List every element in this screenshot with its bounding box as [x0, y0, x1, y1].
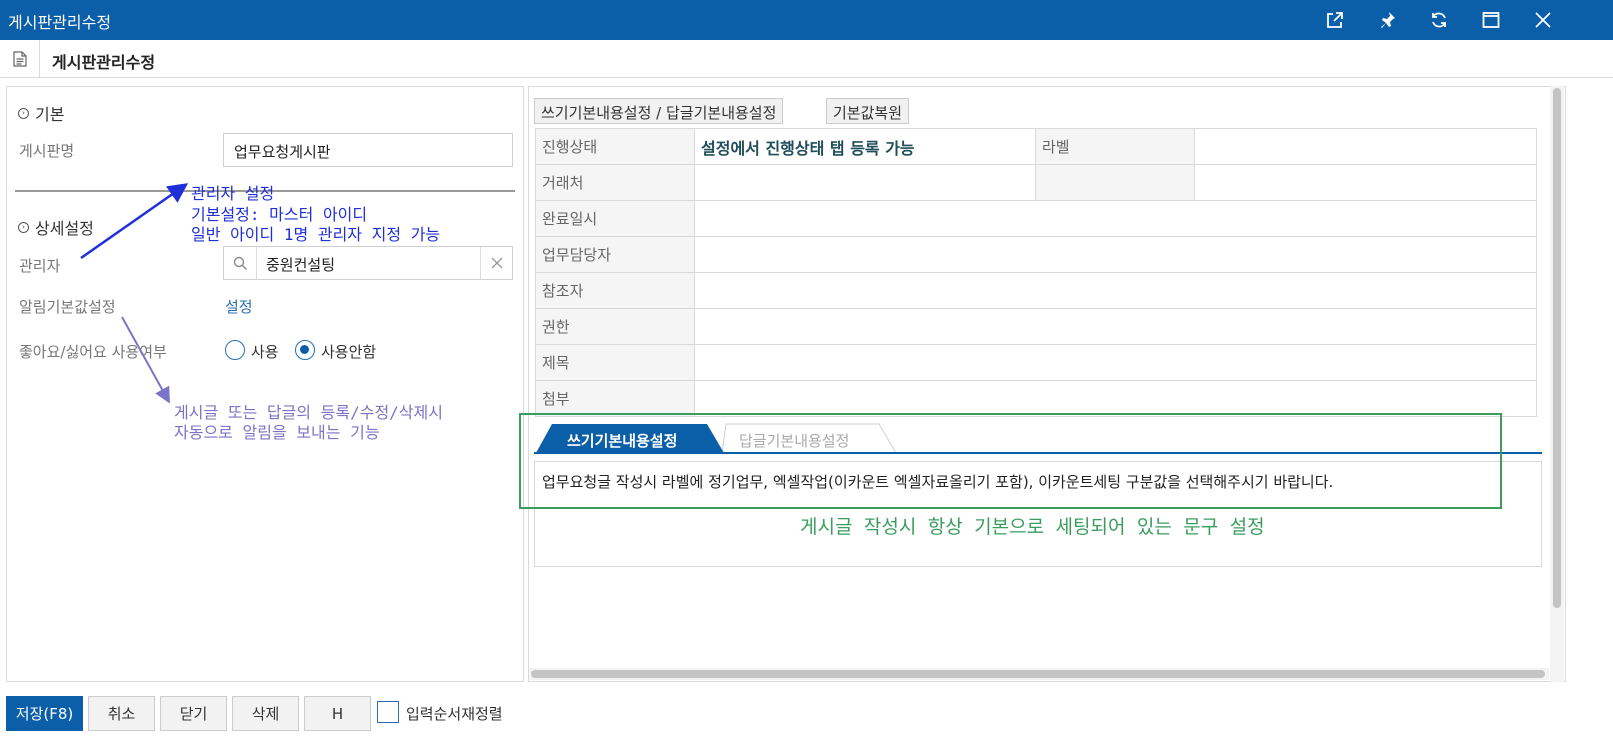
close-button[interactable]: 닫기 [160, 696, 227, 731]
annotation-arrows [80, 183, 189, 404]
annotation-admin-line2: 일반 아이디 1명 관리자 지정 가능 [191, 225, 441, 244]
cancel-button[interactable]: 취소 [88, 696, 155, 731]
reorder-checkbox[interactable] [377, 701, 399, 723]
delete-button[interactable]: 삭제 [232, 696, 299, 731]
annotation-default-text: 게시글 작성시 항상 기본으로 세팅되어 있는 문구 설정 [800, 516, 1265, 538]
save-button[interactable]: 저장(F8) [6, 696, 83, 731]
annotation-notify-line2: 자동으로 알림을 보내는 기능 [174, 423, 380, 442]
reorder-label: 입력순서재정렬 [406, 705, 503, 723]
h-button[interactable]: H [304, 696, 371, 731]
